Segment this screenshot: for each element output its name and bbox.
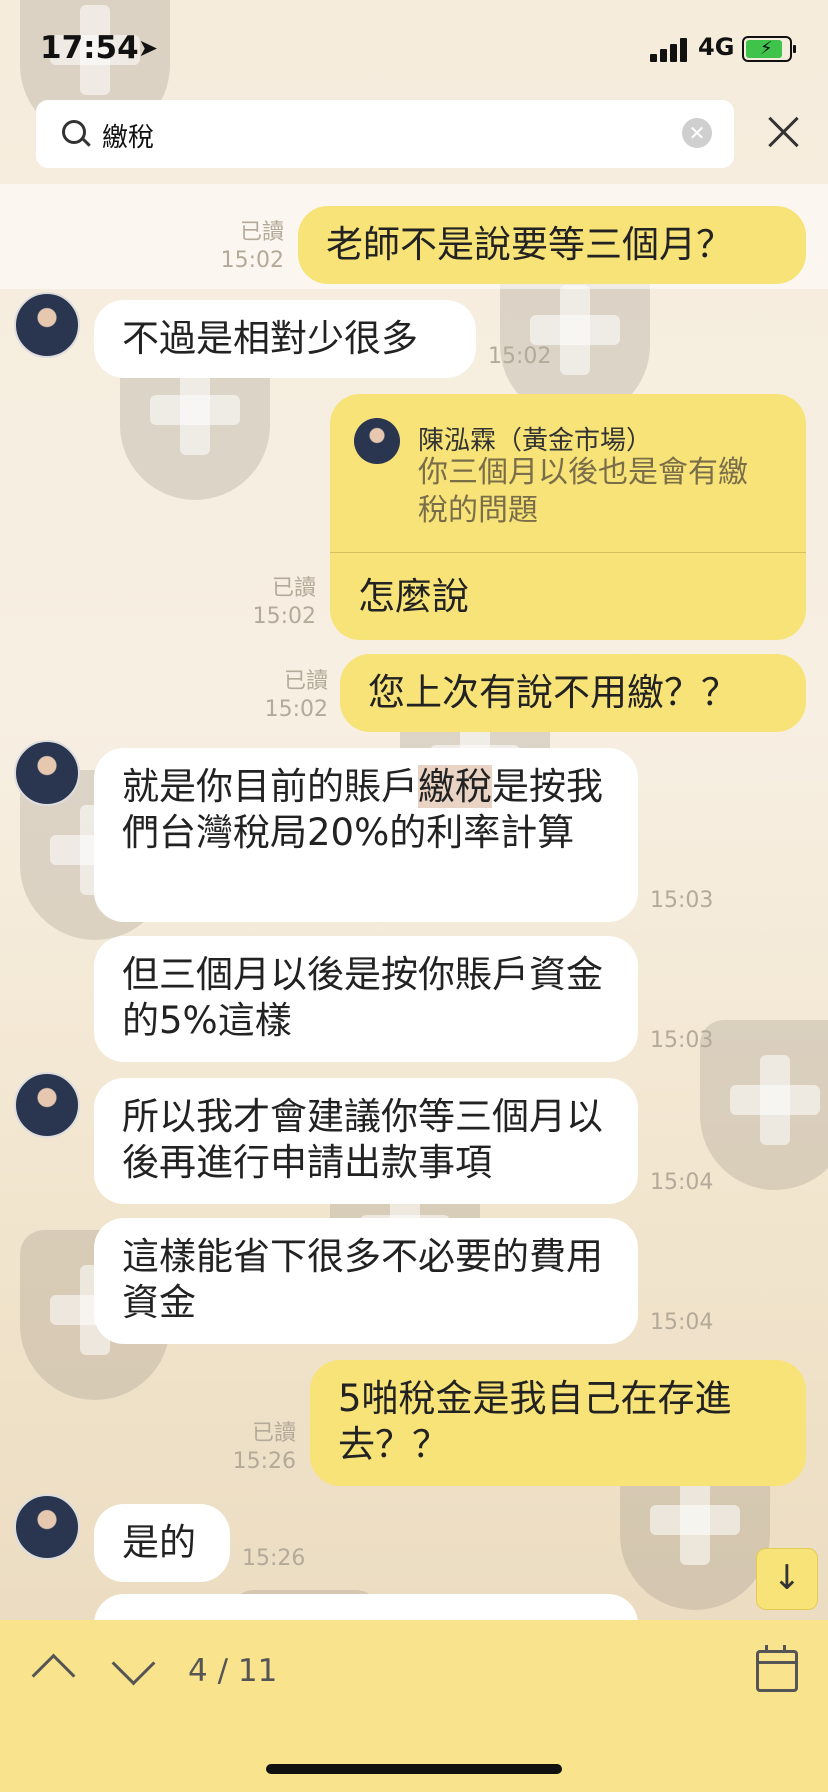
message-time: 15:03 <box>650 1028 714 1053</box>
outgoing-reply-message[interactable]: 陳泓霖（黃金市場） 你三個月以後也是會有繳稅的問題 怎麼說 <box>330 394 806 640</box>
clear-icon[interactable]: ✕ <box>682 118 712 148</box>
close-icon[interactable] <box>764 112 804 152</box>
home-indicator[interactable] <box>266 1764 562 1774</box>
outgoing-message[interactable]: 您上次有說不用繳？？ <box>340 654 806 732</box>
reply-divider <box>330 552 806 553</box>
network-label: 4G <box>698 33 735 61</box>
avatar[interactable] <box>14 1072 80 1138</box>
avatar[interactable] <box>14 1494 80 1560</box>
avatar[interactable] <box>14 740 80 806</box>
search-match-highlight: 繳稅 <box>418 765 492 808</box>
location-arrow-icon: ➤ <box>138 34 159 62</box>
incoming-message[interactable]: 但三個月以後是按你賬戶資金的5%這樣 <box>94 936 638 1062</box>
signal-icon <box>650 38 690 62</box>
search-icon <box>62 120 86 144</box>
message-meta: 已讀 15:02 <box>264 669 328 722</box>
result-counter: 4 / 11 <box>188 1653 278 1689</box>
calendar-icon[interactable] <box>756 1645 798 1692</box>
search-query[interactable]: 繳稅 <box>102 117 154 154</box>
incoming-message[interactable]: 是的 <box>94 1504 230 1582</box>
status-time: 17:54 <box>40 30 139 66</box>
message-meta: 已讀 15:02 <box>252 576 316 629</box>
outgoing-message[interactable]: 老師不是說要等三個月？ <box>298 206 806 284</box>
incoming-message[interactable]: 所以我才會建議你等三個月以後再進行申請出款事項 <box>94 1078 638 1204</box>
battery-icon: ⚡ <box>742 36 796 62</box>
outgoing-message[interactable]: 5啪稅金是我自己在存進去？？ <box>310 1360 806 1486</box>
message-time: 15:03 <box>650 888 714 913</box>
search-input[interactable]: 繳稅 ✕ <box>36 100 734 168</box>
reply-quoted-text: 你三個月以後也是會有繳稅的問題 <box>418 455 748 528</box>
message-meta: 已讀 15:26 <box>232 1421 296 1474</box>
incoming-message[interactable]: 不過是相對少很多 <box>94 300 476 378</box>
message-time: 15:26 <box>242 1546 306 1571</box>
message-time: 15:02 <box>488 344 552 369</box>
avatar[interactable] <box>14 292 80 358</box>
status-bar: 17:54 ➤ 4G ⚡ <box>0 0 828 96</box>
message-time: 15:04 <box>650 1310 714 1335</box>
incoming-message[interactable]: 就是你目前的賬戶繳稅是按我們台灣稅局20%的利率計算 <box>94 748 638 922</box>
message-time: 15:04 <box>650 1170 714 1195</box>
reply-body-text: 怎麼說 <box>358 575 469 618</box>
message-meta: 已讀 15:02 <box>220 220 284 273</box>
arrow-down-icon[interactable]: ↓ <box>756 1548 818 1610</box>
incoming-message[interactable]: 這樣能省下很多不必要的費用資金 <box>94 1218 638 1344</box>
watermark-shield-icon <box>700 1020 828 1190</box>
reply-avatar <box>354 418 400 464</box>
